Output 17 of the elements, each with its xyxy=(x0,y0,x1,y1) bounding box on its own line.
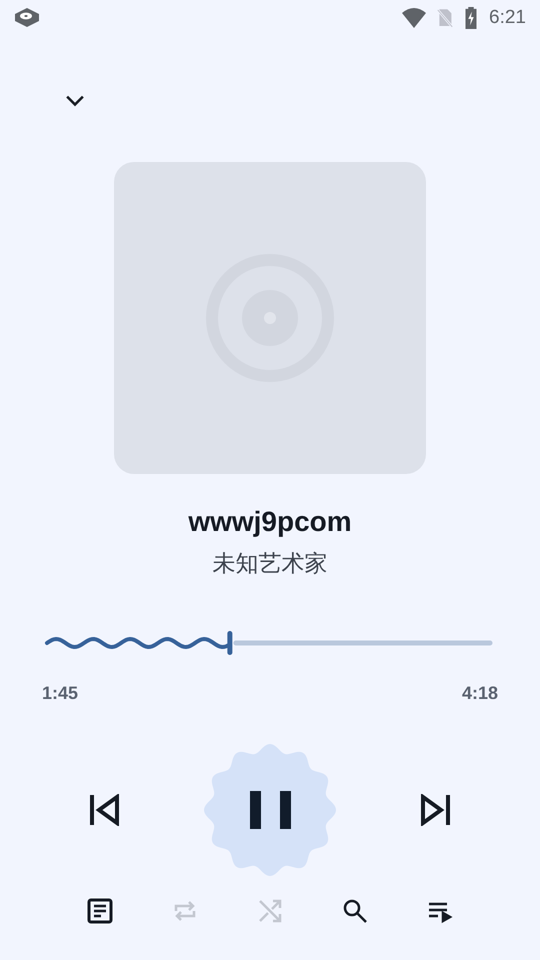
artist-name: 未知艺术家 xyxy=(212,549,328,578)
progress-thumb[interactable] xyxy=(227,631,232,655)
battery-charging-icon xyxy=(463,7,480,29)
lyrics-icon xyxy=(86,897,114,925)
song-title: wwwj9pcom xyxy=(188,506,352,538)
shuffle-icon xyxy=(256,897,284,925)
skip-previous-icon xyxy=(88,794,120,826)
total-time: 4:18 xyxy=(462,683,498,704)
wifi-icon xyxy=(401,7,428,29)
no-sim-icon xyxy=(437,7,454,29)
status-time: 6:21 xyxy=(489,7,526,29)
pause-button[interactable] xyxy=(204,744,336,876)
search-icon xyxy=(341,897,369,925)
turntable-icon xyxy=(14,7,40,29)
skip-next-icon xyxy=(420,794,452,826)
elapsed-time: 1:45 xyxy=(42,683,78,704)
chevron-down-icon xyxy=(64,94,86,108)
